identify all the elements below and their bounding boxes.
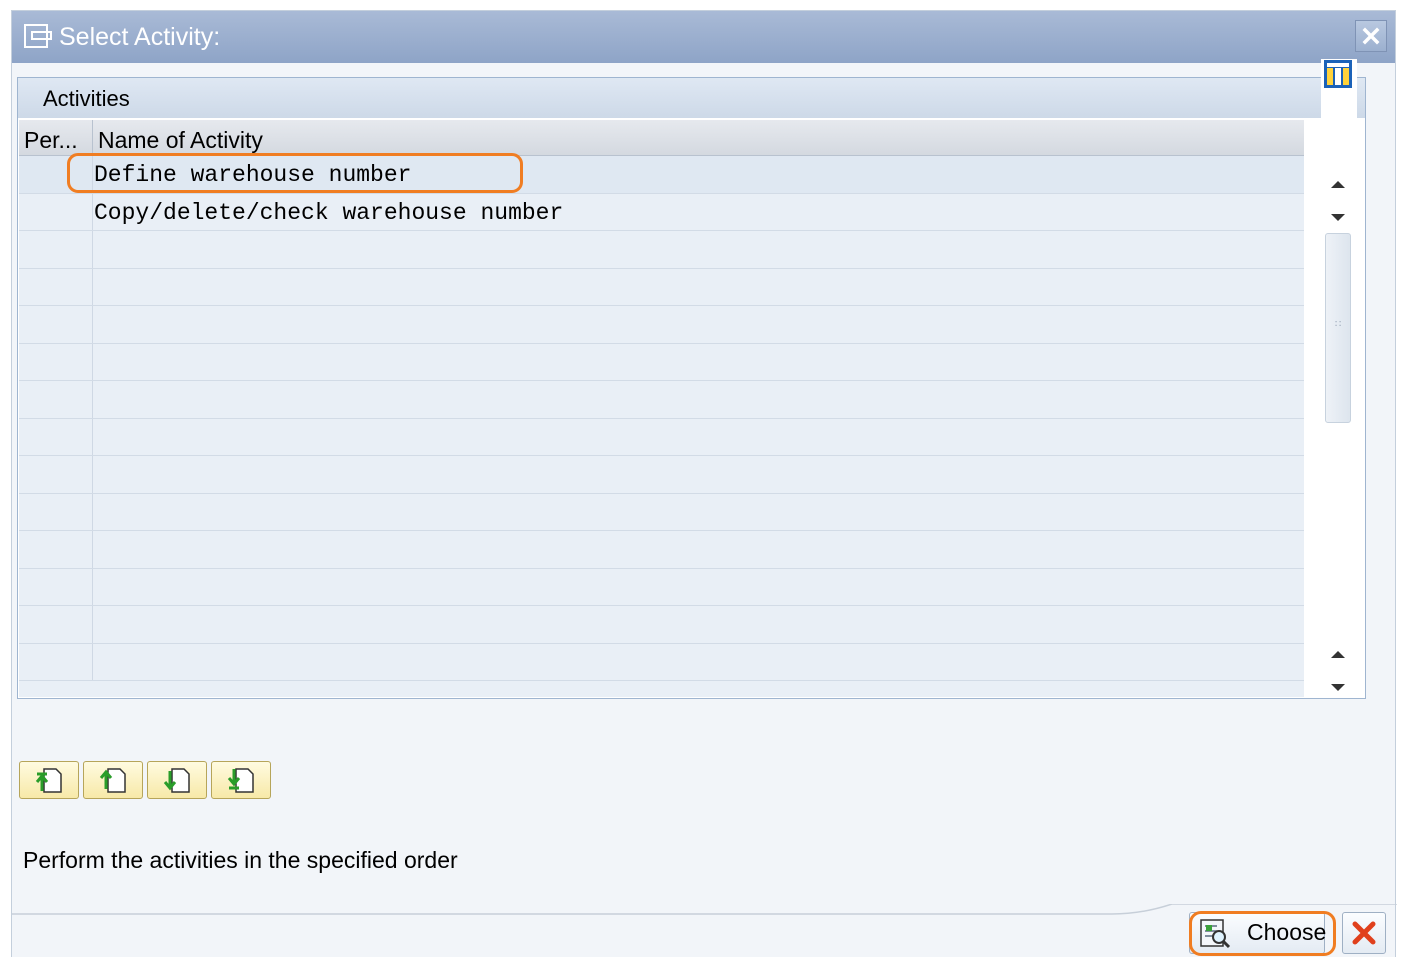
triangle-down-icon (1331, 214, 1345, 221)
close-button[interactable] (1355, 20, 1387, 52)
vertical-scrollbar[interactable]: ∷ (1321, 59, 1357, 691)
table-rows: Define warehouse number Copy/delete/chec… (19, 156, 1304, 681)
table-row[interactable]: Copy/delete/check warehouse number (19, 193, 1304, 231)
row-selector-cell[interactable] (19, 493, 93, 530)
table-row[interactable] (19, 493, 1304, 531)
row-selector-cell[interactable] (19, 418, 93, 455)
activity-name-cell[interactable]: Copy/delete/check warehouse number (94, 194, 563, 231)
dialog-titlebar: Select Activity: (12, 11, 1395, 63)
row-selector-cell[interactable] (19, 381, 93, 418)
column-header-name-of-activity[interactable]: Name of Activity (98, 120, 263, 155)
row-selector-cell[interactable] (19, 568, 93, 605)
instruction-text: Perform the activities in the specified … (23, 847, 458, 873)
column-header-per[interactable]: Per... (24, 120, 78, 155)
scroll-page-down-button[interactable] (1327, 677, 1349, 699)
previous-page-button[interactable] (83, 761, 143, 799)
table-row[interactable] (19, 606, 1304, 644)
row-selector-cell[interactable] (19, 306, 93, 343)
previous-page-icon (99, 768, 126, 793)
row-selector-cell[interactable] (19, 193, 93, 230)
cancel-button[interactable] (1342, 912, 1386, 954)
table-row[interactable] (19, 231, 1304, 269)
first-page-icon (35, 768, 62, 793)
table-row[interactable] (19, 643, 1304, 681)
dialog-title: Select Activity: (59, 23, 221, 51)
row-selector-cell[interactable] (19, 231, 93, 268)
next-page-button[interactable] (147, 761, 207, 799)
last-page-icon (227, 768, 254, 793)
row-selector-cell[interactable] (19, 531, 93, 568)
row-selector-cell[interactable] (19, 456, 93, 493)
column-settings-icon[interactable] (1323, 59, 1353, 89)
triangle-up-icon (1331, 181, 1345, 188)
close-icon (1362, 27, 1380, 45)
next-page-icon (163, 768, 190, 793)
table-row[interactable] (19, 418, 1304, 456)
row-selector-cell[interactable] (19, 643, 93, 680)
scroll-page-up-button[interactable] (1327, 643, 1349, 665)
grip-icon: ∷ (1335, 319, 1342, 330)
activities-group-header: Activities (18, 78, 1365, 118)
last-page-button[interactable] (211, 761, 271, 799)
table-row[interactable] (19, 343, 1304, 381)
table-row[interactable] (19, 306, 1304, 344)
window-icon (24, 24, 52, 48)
activities-table: Per... Name of Activity Define warehouse… (19, 120, 1304, 697)
table-row[interactable] (19, 568, 1304, 606)
table-header: Per... Name of Activity (19, 120, 1304, 156)
row-selector-cell[interactable] (19, 268, 93, 305)
table-row[interactable] (19, 268, 1304, 306)
table-row[interactable] (19, 456, 1304, 494)
table-row[interactable] (19, 531, 1304, 569)
triangle-up-icon (1331, 651, 1345, 658)
row-selector-cell[interactable] (19, 606, 93, 643)
activity-highlight (67, 153, 523, 193)
choose-highlight (1189, 911, 1336, 956)
column-separator[interactable] (92, 120, 93, 155)
cancel-icon (1352, 921, 1376, 945)
activities-group-title: Activities (43, 86, 130, 111)
row-selector-cell[interactable] (19, 343, 93, 380)
scroll-up-button[interactable] (1327, 173, 1349, 195)
triangle-down-icon (1331, 684, 1345, 691)
table-row[interactable] (19, 381, 1304, 419)
scroll-down-button[interactable] (1327, 207, 1349, 229)
scrollbar-thumb[interactable]: ∷ (1325, 233, 1351, 423)
first-page-button[interactable] (19, 761, 79, 799)
